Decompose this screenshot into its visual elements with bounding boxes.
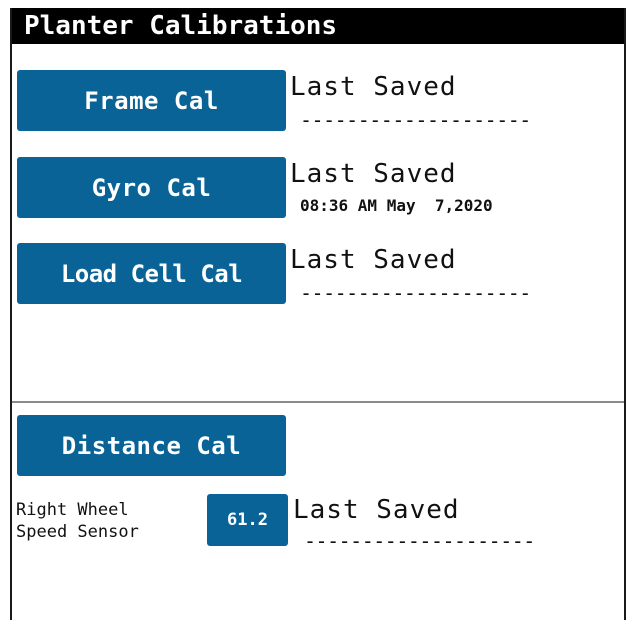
frame-cal-button[interactable]: Frame Cal [17,70,286,131]
speed-sensor-value-box[interactable]: 61.2 [207,494,288,546]
title-bar: Planter Calibrations [12,8,624,44]
load-cell-cal-last-saved-value: -------------------- [300,281,531,305]
frame-cal-last-saved-label: Last Saved [290,72,457,102]
gyro-cal-last-saved-value: 08:36 AM May 7,2020 [300,196,493,215]
section-divider [12,401,624,403]
distance-cal-last-saved-value: -------------------- [304,529,535,553]
load-cell-cal-button[interactable]: Load Cell Cal [17,243,286,304]
frame-cal-last-saved-value: -------------------- [300,108,531,132]
distance-cal-button[interactable]: Distance Cal [17,415,286,476]
right-wheel-speed-sensor-label: Right Wheel Speed Sensor [16,500,139,542]
load-cell-cal-last-saved-label: Last Saved [290,245,457,275]
gyro-cal-last-saved-label: Last Saved [290,159,457,189]
page-title: Planter Calibrations [24,11,338,41]
planter-calibrations-screen: Planter Calibrations Frame Cal Last Save… [10,8,626,620]
distance-cal-last-saved-label: Last Saved [293,495,460,525]
gyro-cal-button[interactable]: Gyro Cal [17,157,286,218]
